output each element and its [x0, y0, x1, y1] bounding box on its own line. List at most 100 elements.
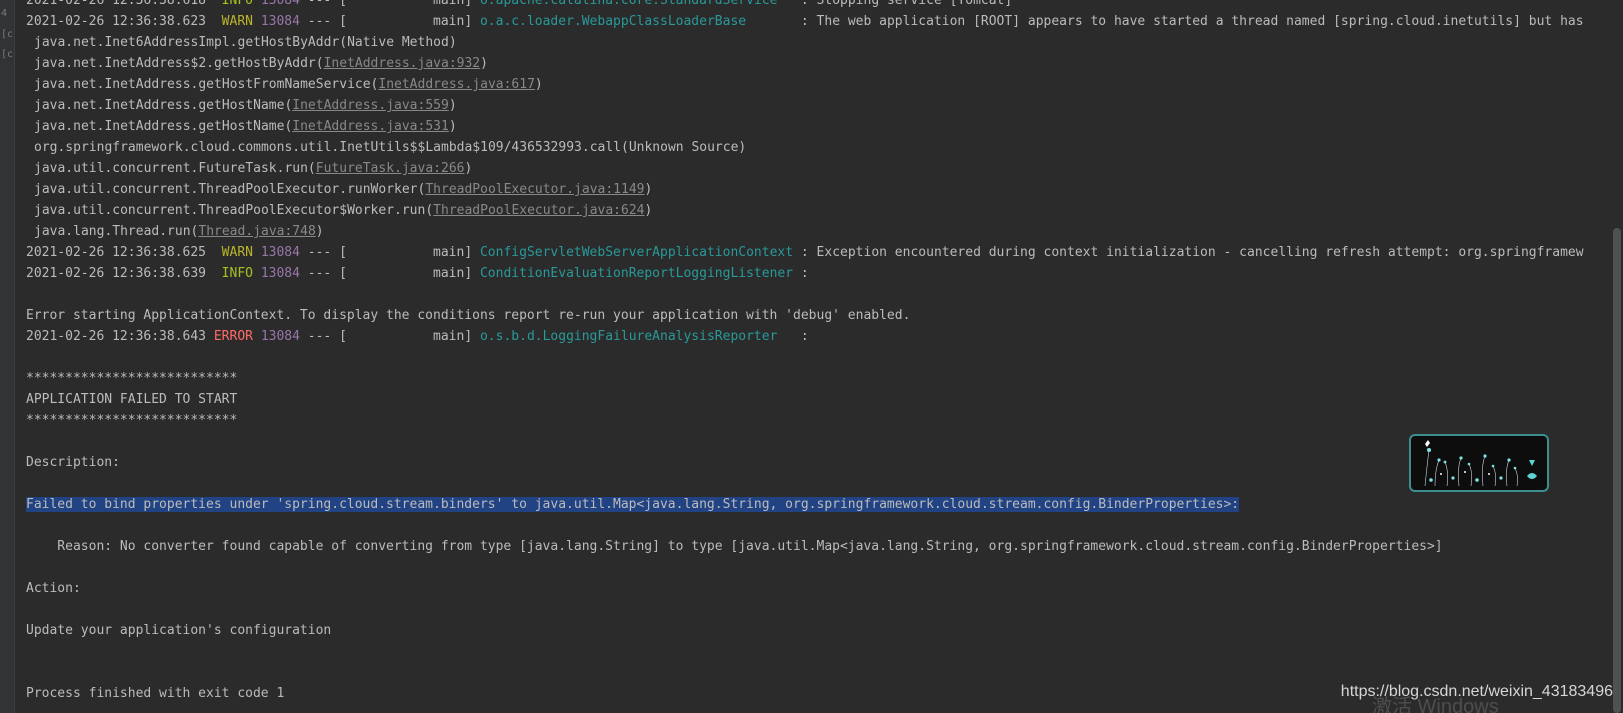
log-pid: 13084 — [260, 245, 300, 260]
stack-frame-text: java.net.InetAddress.getHostFromNameServ… — [34, 77, 379, 92]
log-line: 2021-02-26 12:36:38.639 INFO 13084 --- [… — [26, 263, 1616, 284]
log-pid: 13084 — [260, 266, 300, 281]
log-pid: 13084 — [260, 0, 300, 8]
blog-watermark: https://blog.csdn.net/weixin_43183496 — [1340, 683, 1613, 700]
scrollbar-thumb[interactable] — [1613, 228, 1621, 713]
log-separator: --- [ — [307, 266, 347, 281]
log-message: : — [800, 266, 809, 281]
source-link[interactable]: InetAddress.java:531 — [292, 119, 449, 134]
stack-frame: java.lang.Thread.run(Thread.java:748) — [26, 221, 1616, 242]
reason-line: Reason: No converter found capable of co… — [26, 539, 1443, 554]
log-separator: --- [ — [307, 329, 347, 344]
log-pid: 13084 — [260, 14, 300, 29]
log-separator: --- [ — [307, 14, 347, 29]
stack-frame-close: ) — [534, 77, 543, 92]
console-window: 4 [c [c 2021-02-26 12:36:38.618 INFO 130… — [0, 0, 1623, 713]
stack-frame-text: java.net.Inet6AddressImpl.getHostByAddr(… — [34, 35, 457, 50]
log-level: INFO — [221, 0, 253, 8]
stack-frame: java.net.InetAddress.getHostFromNameServ… — [26, 74, 1616, 95]
log-timestamp: 2021-02-26 12:36:38.643 — [26, 329, 207, 344]
log-logger[interactable]: o.a.c.loader.WebappClassLoaderBase — [480, 14, 746, 29]
log-timestamp: 2021-02-26 12:36:38.625 — [26, 245, 207, 260]
stack-frame: java.net.InetAddress.getHostName(InetAdd… — [26, 116, 1616, 137]
log-logger[interactable]: ConfigServletWebServerApplicationContext — [480, 245, 793, 260]
stack-frame: java.util.concurrent.ThreadPoolExecutor$… — [26, 200, 1616, 221]
log-thread: main] — [433, 245, 473, 260]
log-thread: main] — [433, 329, 473, 344]
stack-frame-close: ) — [644, 203, 653, 218]
stack-frame: java.net.InetAddress$2.getHostByAddr(Ine… — [26, 53, 1616, 74]
stars-line: *************************** — [26, 413, 238, 428]
source-link[interactable]: ThreadPoolExecutor.java:624 — [433, 203, 644, 218]
stack-frame-text: java.net.InetAddress.getHostName( — [34, 119, 293, 134]
stack-frame-text: java.util.concurrent.ThreadPoolExecutor.… — [34, 182, 426, 197]
stack-frame-close: ) — [464, 161, 473, 176]
log-level: WARN — [221, 245, 253, 260]
stack-frame-text: java.lang.Thread.run( — [34, 224, 199, 239]
stack-frame-text: org.springframework.cloud.commons.util.I… — [34, 140, 747, 155]
stack-frame: java.util.concurrent.ThreadPoolExecutor.… — [26, 179, 1616, 200]
stack-frame-text: java.net.InetAddress.getHostName( — [34, 98, 293, 113]
log-message: : The web application [ROOT] appears to … — [800, 14, 1584, 29]
selected-text[interactable]: Failed to bind properties under 'spring.… — [26, 497, 1240, 512]
log-message: : — [800, 329, 809, 344]
source-link[interactable]: InetAddress.java:617 — [378, 77, 535, 92]
log-level: ERROR — [213, 329, 253, 344]
source-link[interactable]: FutureTask.java:266 — [316, 161, 465, 176]
log-line: 2021-02-26 12:36:38.623 WARN 13084 --- [… — [26, 11, 1616, 32]
console-gutter: 4 [c [c — [0, 0, 15, 713]
stack-frame: java.util.concurrent.FutureTask.run(Futu… — [26, 158, 1616, 179]
source-link[interactable]: Thread.java:748 — [198, 224, 315, 239]
log-thread: main] — [433, 0, 473, 8]
description-label: Description: — [26, 455, 120, 470]
failed-bind-line[interactable]: Failed to bind properties under 'spring.… — [26, 494, 1616, 515]
stack-frame-close: ) — [315, 224, 324, 239]
source-link[interactable]: InetAddress.java:932 — [324, 56, 481, 71]
log-logger[interactable]: ConditionEvaluationReportLoggingListener — [480, 266, 793, 281]
stack-frame-text: java.util.concurrent.ThreadPoolExecutor$… — [34, 203, 434, 218]
console-output[interactable]: 2021-02-26 12:36:38.618 INFO 13084 --- [… — [26, 0, 1616, 704]
stack-frame: org.springframework.cloud.commons.util.I… — [26, 137, 1616, 158]
stack-frame-close: ) — [644, 182, 653, 197]
log-line: 2021-02-26 12:36:38.618 INFO 13084 --- [… — [26, 0, 1616, 11]
console-text-line: Error starting ApplicationContext. To di… — [26, 308, 911, 323]
log-message: : Exception encountered during context i… — [800, 245, 1584, 260]
log-logger[interactable]: o.s.b.d.LoggingFailureAnalysisReporter — [480, 329, 777, 344]
update-config-line: Update your application's configuration — [26, 623, 332, 638]
vertical-scrollbar[interactable] — [1611, 0, 1623, 713]
log-timestamp: 2021-02-26 12:36:38.623 — [26, 14, 207, 29]
stack-frame-text: java.net.InetAddress$2.getHostByAddr( — [34, 56, 324, 71]
log-timestamp: 2021-02-26 12:36:38.618 — [26, 0, 207, 8]
log-line: 2021-02-26 12:36:38.625 WARN 13084 --- [… — [26, 242, 1616, 263]
stack-frame-text: java.util.concurrent.FutureTask.run( — [34, 161, 316, 176]
log-level: WARN — [221, 14, 253, 29]
log-thread: main] — [433, 14, 473, 29]
log-separator: --- [ — [307, 245, 347, 260]
failed-header: APPLICATION FAILED TO START — [26, 392, 238, 407]
log-timestamp: 2021-02-26 12:36:38.639 — [26, 266, 207, 281]
flower-widget-image — [1409, 434, 1549, 492]
gutter-mark: [c — [1, 29, 14, 40]
log-line: 2021-02-26 12:36:38.643 ERROR 13084 --- … — [26, 326, 1616, 347]
source-link[interactable]: InetAddress.java:559 — [292, 98, 449, 113]
stack-frame: java.net.InetAddress.getHostName(InetAdd… — [26, 95, 1616, 116]
log-logger[interactable]: o.apache.catalina.core.StandardService — [480, 0, 777, 8]
stars-line: *************************** — [26, 371, 238, 386]
source-link[interactable]: ThreadPoolExecutor.java:1149 — [425, 182, 644, 197]
stack-frame: java.net.Inet6AddressImpl.getHostByAddr(… — [26, 32, 1616, 53]
log-thread: main] — [433, 266, 473, 281]
stack-frame-close: ) — [448, 98, 457, 113]
gutter-mark: 4 — [1, 8, 8, 19]
log-message: : Stopping service [Tomcat] — [800, 0, 1013, 8]
log-level: INFO — [221, 266, 253, 281]
flower-illustration — [1424, 440, 1537, 487]
action-label: Action: — [26, 581, 81, 596]
